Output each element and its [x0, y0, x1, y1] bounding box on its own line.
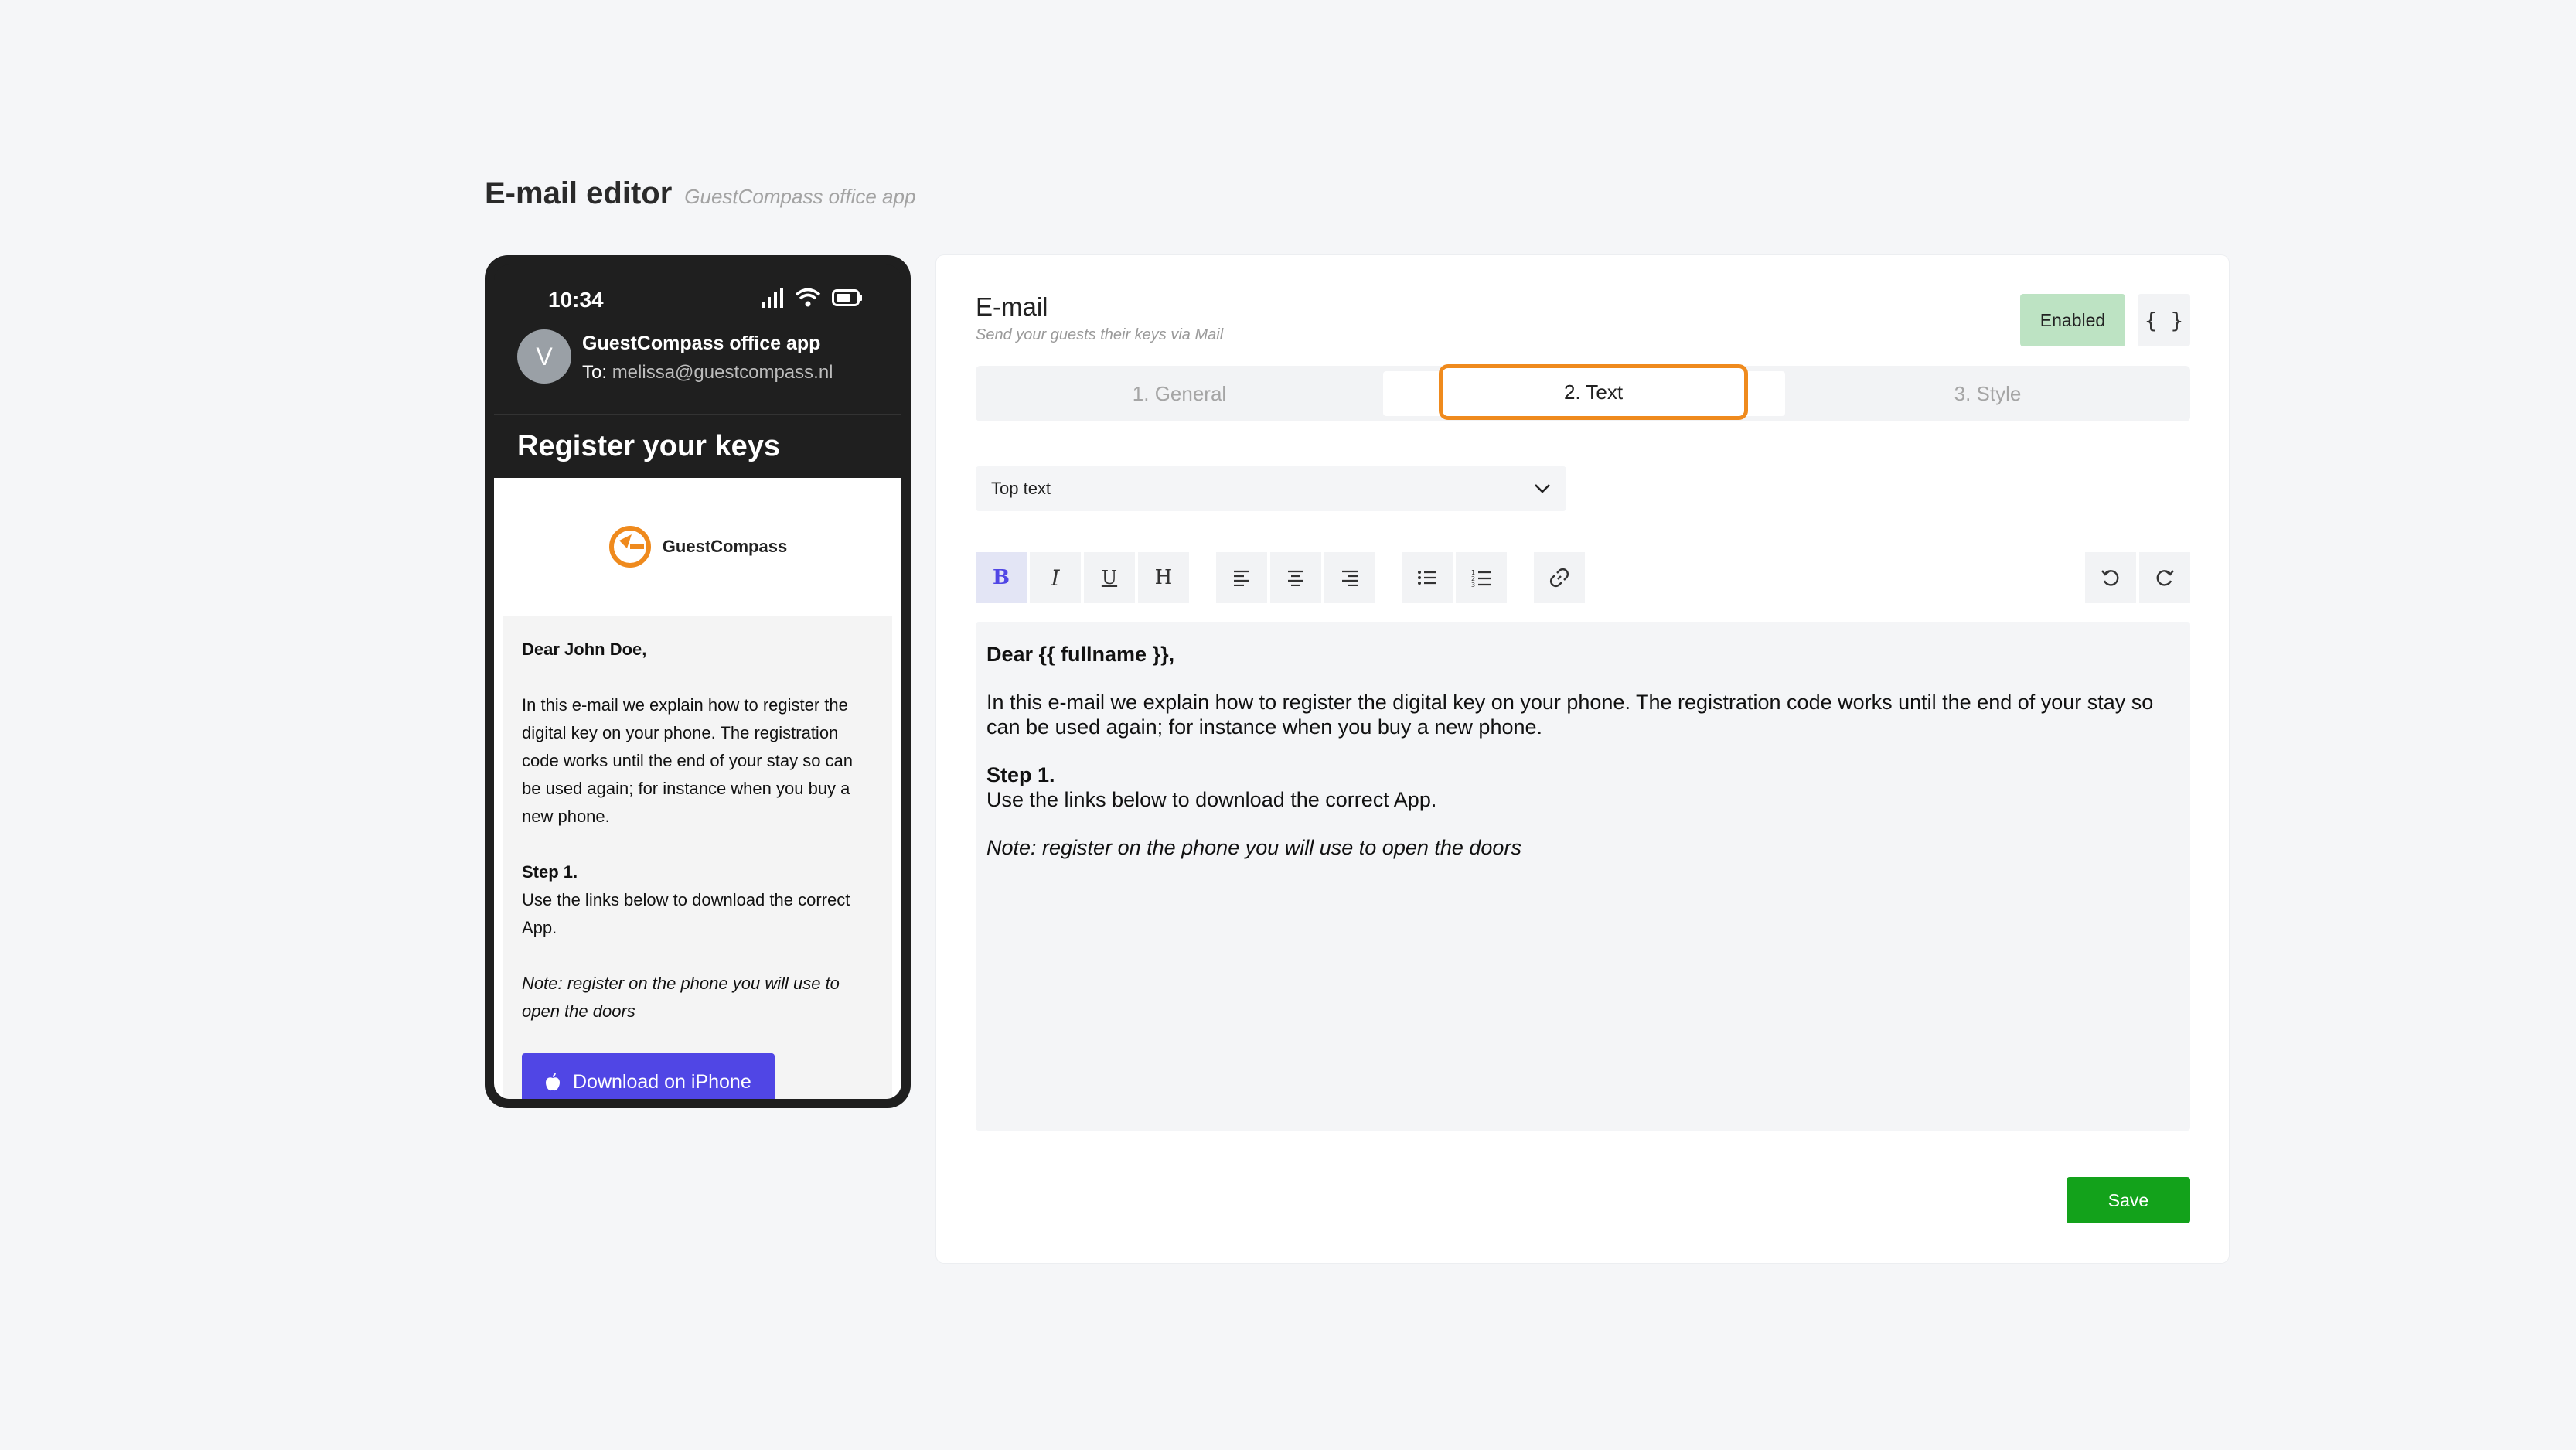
align-right-button[interactable] — [1324, 552, 1375, 603]
formatting-toolbar: B I U H 123 — [976, 552, 2190, 605]
save-button[interactable]: Save — [2067, 1177, 2190, 1223]
bold-icon: B — [993, 566, 1010, 589]
download-button-label: Download on iPhone — [573, 1071, 751, 1093]
letter-step-text: Use the links below to download the corr… — [522, 890, 850, 937]
code-braces-button[interactable]: { } — [2138, 294, 2190, 346]
heading-icon: H — [1154, 566, 1173, 589]
download-iphone-button[interactable]: Download on iPhone — [522, 1053, 775, 1099]
editor-step-text: Use the links below to download the corr… — [986, 788, 1437, 811]
rich-text-editor[interactable]: Dear {{ fullname }}, In this e-mail we e… — [976, 622, 2190, 1131]
section-select[interactable]: Top text — [976, 466, 1566, 511]
tab-text[interactable]: 2. Text — [1439, 364, 1748, 420]
redo-button[interactable] — [2139, 552, 2190, 603]
letter-content: Dear John Doe, In this e-mail we explain… — [503, 616, 892, 1099]
status-bar: 10:34 — [494, 264, 901, 329]
editor-step-title: Step 1. — [986, 763, 1055, 786]
editor-note: Note: register on the phone you will use… — [986, 836, 1521, 859]
brand-logo: GuestCompass — [494, 478, 901, 616]
card-subtitle: Send your guests their keys via Mail — [976, 326, 1224, 343]
mail-sender: GuestCompass office app — [582, 333, 821, 354]
page-subtitle: GuestCompass office app — [684, 185, 916, 208]
section-select-value: Top text — [991, 479, 1051, 498]
battery-icon — [832, 289, 862, 306]
avatar: V — [517, 329, 571, 384]
italic-icon: I — [1051, 565, 1060, 591]
align-center-icon — [1288, 570, 1303, 586]
bullet-list-icon — [1418, 571, 1436, 585]
letter-greeting: Dear John Doe, — [522, 640, 647, 659]
chevron-down-icon — [1535, 484, 1550, 493]
letter-note: Note: register on the phone you will use… — [522, 974, 840, 1021]
page-title: E-mail editor — [485, 176, 673, 210]
numbered-list-button[interactable]: 123 — [1456, 552, 1507, 603]
numbered-list-icon: 123 — [1471, 569, 1491, 587]
mail-header: V GuestCompass office app To: melissa@gu… — [494, 329, 901, 415]
link-icon — [1550, 568, 1569, 587]
heading-button[interactable]: H — [1138, 552, 1189, 603]
letter-paragraph: In this e-mail we explain how to registe… — [522, 695, 854, 826]
phone-preview: 10:34 V GuestCompass office app To: meli… — [485, 255, 911, 1108]
to-address: melissa@guestcompass.nl — [612, 362, 833, 383]
align-center-button[interactable] — [1270, 552, 1321, 603]
page-header: E-mail editor GuestCompass office app — [485, 176, 915, 211]
undo-button[interactable] — [2085, 552, 2136, 603]
align-left-button[interactable] — [1216, 552, 1267, 603]
align-right-icon — [1342, 570, 1358, 586]
underline-icon: U — [1101, 567, 1118, 589]
italic-button[interactable]: I — [1030, 552, 1081, 603]
letter-step-title: Step 1. — [522, 862, 578, 882]
status-time: 10:34 — [548, 288, 604, 312]
tab-style[interactable]: 3. Style — [1785, 366, 2190, 421]
bullet-list-button[interactable] — [1402, 552, 1453, 603]
editor-greeting: Dear {{ fullname }}, — [986, 643, 1175, 666]
mail-body: GuestCompass Dear John Doe, In this e-ma… — [494, 478, 901, 1099]
tab-general[interactable]: 1. General — [976, 366, 1383, 421]
step-tabs: 1. General 2. Text 3. Style — [976, 364, 2190, 421]
editor-paragraph: In this e-mail we explain how to registe… — [986, 691, 2154, 739]
link-button[interactable] — [1534, 552, 1585, 603]
align-left-icon — [1234, 570, 1249, 586]
wifi-icon — [795, 288, 821, 307]
enabled-toggle-button[interactable]: Enabled — [2020, 294, 2125, 346]
to-label: To: — [582, 362, 608, 383]
svg-text:3: 3 — [1471, 582, 1475, 587]
underline-button[interactable]: U — [1084, 552, 1135, 603]
mail-subject: Register your keys — [517, 429, 781, 462]
apple-icon — [546, 1073, 560, 1091]
guestcompass-logo-icon — [608, 526, 651, 568]
mail-recipient: To: melissa@guestcompass.nl — [582, 362, 833, 384]
logo-text: GuestCompass — [662, 537, 788, 556]
email-editor-card: E-mail Send your guests their keys via M… — [936, 255, 2229, 1263]
bold-button[interactable]: B — [976, 552, 1027, 603]
undo-icon — [2101, 570, 2119, 586]
card-title: E-mail — [976, 292, 1048, 321]
signal-icon — [762, 288, 783, 308]
redo-icon — [2156, 570, 2174, 586]
